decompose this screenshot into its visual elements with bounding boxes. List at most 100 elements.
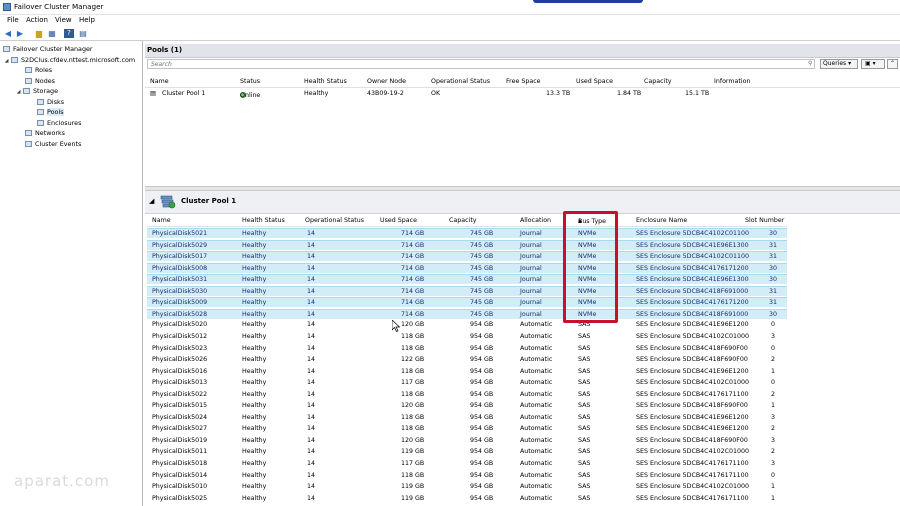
disk-enclosure: SES Enclosure 5DCB4C4176171100 <box>636 390 749 398</box>
disk-bustype: SAS <box>578 379 591 387</box>
collapse-icon[interactable]: ◢ <box>15 87 22 97</box>
col-disk-slot[interactable]: Slot Number <box>745 217 784 224</box>
col-disk-opstatus[interactable]: Operational Status <box>305 217 364 224</box>
tree-root[interactable]: Failover Cluster Manager <box>3 44 93 54</box>
disk-row[interactable]: PhysicalDisk5015 Healthy 14 120 GB 954 GB Aut… <box>147 401 787 411</box>
pools-grid-header: Name Status Health Status Owner Node Ope… <box>145 77 900 88</box>
tree-roles[interactable]: Roles <box>25 65 52 75</box>
disk-opstatus: 14 <box>307 332 316 340</box>
col-disk-enclosure[interactable]: Enclosure Name <box>636 217 687 224</box>
disk-enclosure: SES Enclosure 5DCB4C41E96E1300 <box>636 241 749 249</box>
col-disk-health[interactable]: Health Status <box>242 217 285 224</box>
disk-health: Healthy <box>242 379 267 387</box>
disk-row[interactable]: PhysicalDisk5026 Healthy 14 122 GB 954 GB Aut… <box>147 355 787 365</box>
tree-pools[interactable]: Pools <box>37 107 64 117</box>
disk-allocation: Automatic <box>520 321 553 329</box>
disk-health: Healthy <box>242 425 267 433</box>
disk-opstatus: 14 <box>307 448 316 456</box>
col-disk-allocation[interactable]: Allocation <box>520 217 551 224</box>
disk-slot: 1 <box>770 483 775 491</box>
disk-capacity: 745 GB <box>470 276 494 284</box>
col-free[interactable]: Free Space <box>506 78 541 85</box>
pools-icon <box>37 109 44 115</box>
disk-row[interactable]: PhysicalDisk5013 Healthy 14 117 GB 954 GB Aut… <box>147 378 787 388</box>
disk-row[interactable]: PhysicalDisk5030 Healthy 14 714 GB 745 GB Jou… <box>147 285 787 296</box>
disk-row[interactable]: PhysicalDisk5010 Healthy 14 119 GB 954 GB Aut… <box>147 482 787 492</box>
disk-bustype: SAS <box>578 356 591 364</box>
disk-capacity: 745 GB <box>470 299 494 307</box>
disk-slot: 3 <box>770 436 775 444</box>
save-query-button[interactable]: ▣ ▾ <box>861 59 885 69</box>
disk-row[interactable]: PhysicalDisk5024 Healthy 14 118 GB 954 GB Aut… <box>147 413 787 423</box>
col-opstatus[interactable]: Operational Status <box>431 78 490 85</box>
disk-row[interactable]: PhysicalDisk5023 Healthy 14 118 GB 954 GB Aut… <box>147 344 787 354</box>
col-name[interactable]: Name <box>150 78 169 85</box>
tree-cluster-events[interactable]: Cluster Events <box>25 139 81 149</box>
disk-name: PhysicalDisk5024 <box>152 413 208 421</box>
collapse-chevron-icon[interactable]: ◢ <box>149 197 154 205</box>
disk-row[interactable]: PhysicalDisk5022 Healthy 14 118 GB 954 GB Aut… <box>147 390 787 400</box>
disk-health: Healthy <box>242 483 267 491</box>
tree-enclosures[interactable]: Enclosures <box>37 118 81 128</box>
disk-row[interactable]: PhysicalDisk5016 Healthy 14 118 GB 954 GB Aut… <box>147 367 787 377</box>
back-arrow-icon[interactable]: ◀ <box>3 29 13 38</box>
col-status[interactable]: Status <box>240 78 260 85</box>
help-icon[interactable]: ? <box>64 29 74 38</box>
disk-row[interactable]: PhysicalDisk5009 Healthy 14 714 GB 745 GB Jou… <box>147 297 787 308</box>
forward-arrow-icon[interactable]: ▶ <box>15 29 25 38</box>
col-health[interactable]: Health Status <box>304 78 347 85</box>
tree-storage[interactable]: ◢ Storage <box>15 86 58 96</box>
menu-file[interactable]: File <box>7 16 19 24</box>
disk-slot: 2 <box>770 390 775 398</box>
col-used[interactable]: Used Space <box>576 78 613 85</box>
disk-used: 118 GB <box>401 332 425 340</box>
disk-row[interactable]: PhysicalDisk5012 Healthy 14 118 GB 954 GB Aut… <box>147 332 787 342</box>
tree-disks[interactable]: Disks <box>37 97 64 107</box>
disk-row[interactable]: PhysicalDisk5008 Healthy 14 714 GB 745 GB Jou… <box>147 262 787 273</box>
collapse-button[interactable]: ⌃ <box>887 59 898 69</box>
disk-enclosure: SES Enclosure 5DCB4C4102C01000 <box>636 379 750 387</box>
disk-used: 117 GB <box>401 460 425 467</box>
menu-view[interactable]: View <box>55 16 72 24</box>
disk-row[interactable]: PhysicalDisk5031 Healthy 14 714 GB 745 GB Jou… <box>147 274 787 285</box>
disk-allocation: Automatic <box>520 483 553 491</box>
tree-networks[interactable]: Networks <box>25 128 65 138</box>
collapse-icon[interactable]: ◢ <box>3 56 10 66</box>
search-icon[interactable]: ⚲ <box>808 60 812 67</box>
console-tree-icon[interactable]: ▦ <box>47 29 57 38</box>
disk-used: 118 GB <box>401 344 425 352</box>
disk-row[interactable]: PhysicalDisk5027 Healthy 14 118 GB 954 GB Aut… <box>147 424 787 434</box>
folder-icon[interactable]: ▆ <box>34 29 44 38</box>
tree-nodes[interactable]: Nodes <box>25 76 55 86</box>
disk-slot: 31 <box>769 253 778 261</box>
tree-cluster[interactable]: ◢ S2DClus.cfdev.nttest.microsoft.com <box>3 55 136 66</box>
properties-icon[interactable]: ▤ <box>78 29 88 38</box>
disk-row[interactable]: PhysicalDisk5028 Healthy 14 714 GB 745 GB Jou… <box>147 308 787 319</box>
disk-row[interactable]: PhysicalDisk5019 Healthy 14 120 GB 954 GB Aut… <box>147 436 787 446</box>
disk-row[interactable]: PhysicalDisk5029 Healthy 14 714 GB 745 GB Jou… <box>147 239 787 250</box>
col-capacity[interactable]: Capacity <box>644 78 672 85</box>
disk-row[interactable]: PhysicalDisk5020 Healthy 14 120 GB 954 GB Aut… <box>147 320 787 330</box>
disk-row[interactable]: PhysicalDisk5017 Healthy 14 714 GB 745 GB Jou… <box>147 251 787 262</box>
disk-row[interactable]: PhysicalDisk5018 Healthy 14 117 GB 954 GB Aut… <box>147 459 787 469</box>
queries-button[interactable]: Queries ▾ <box>820 59 858 69</box>
disk-slot: 2 <box>770 448 775 456</box>
col-information[interactable]: Information <box>714 78 750 85</box>
pool-row[interactable]: ▤ Cluster Pool 1 Online Healthy 43B09-19… <box>145 88 900 99</box>
disk-health: Healthy <box>242 264 267 272</box>
disk-row[interactable]: PhysicalDisk5014 Healthy 14 118 GB 954 GB Aut… <box>147 471 787 481</box>
disk-row[interactable]: PhysicalDisk5011 Healthy 14 119 GB 954 GB Aut… <box>147 447 787 457</box>
col-owner[interactable]: Owner Node <box>367 78 406 85</box>
disk-row[interactable]: PhysicalDisk5025 Healthy 14 119 GB 954 GB Aut… <box>147 494 787 504</box>
disk-health: Healthy <box>242 356 267 364</box>
col-disk-used[interactable]: Used Space <box>380 217 417 224</box>
col-disk-name[interactable]: Name <box>152 217 171 224</box>
disk-slot: 2 <box>770 425 775 433</box>
disk-enclosure: SES Enclosure 5DCB4C418F691000 <box>636 287 749 295</box>
menu-help[interactable]: Help <box>79 16 95 24</box>
menu-action[interactable]: Action <box>26 16 48 24</box>
search-input[interactable] <box>147 59 815 69</box>
disk-row[interactable]: PhysicalDisk5021 Healthy 14 714 GB 745 GB Jou… <box>147 228 787 238</box>
col-disk-capacity[interactable]: Capacity <box>449 217 477 224</box>
disk-capacity: 745 GB <box>470 264 494 272</box>
